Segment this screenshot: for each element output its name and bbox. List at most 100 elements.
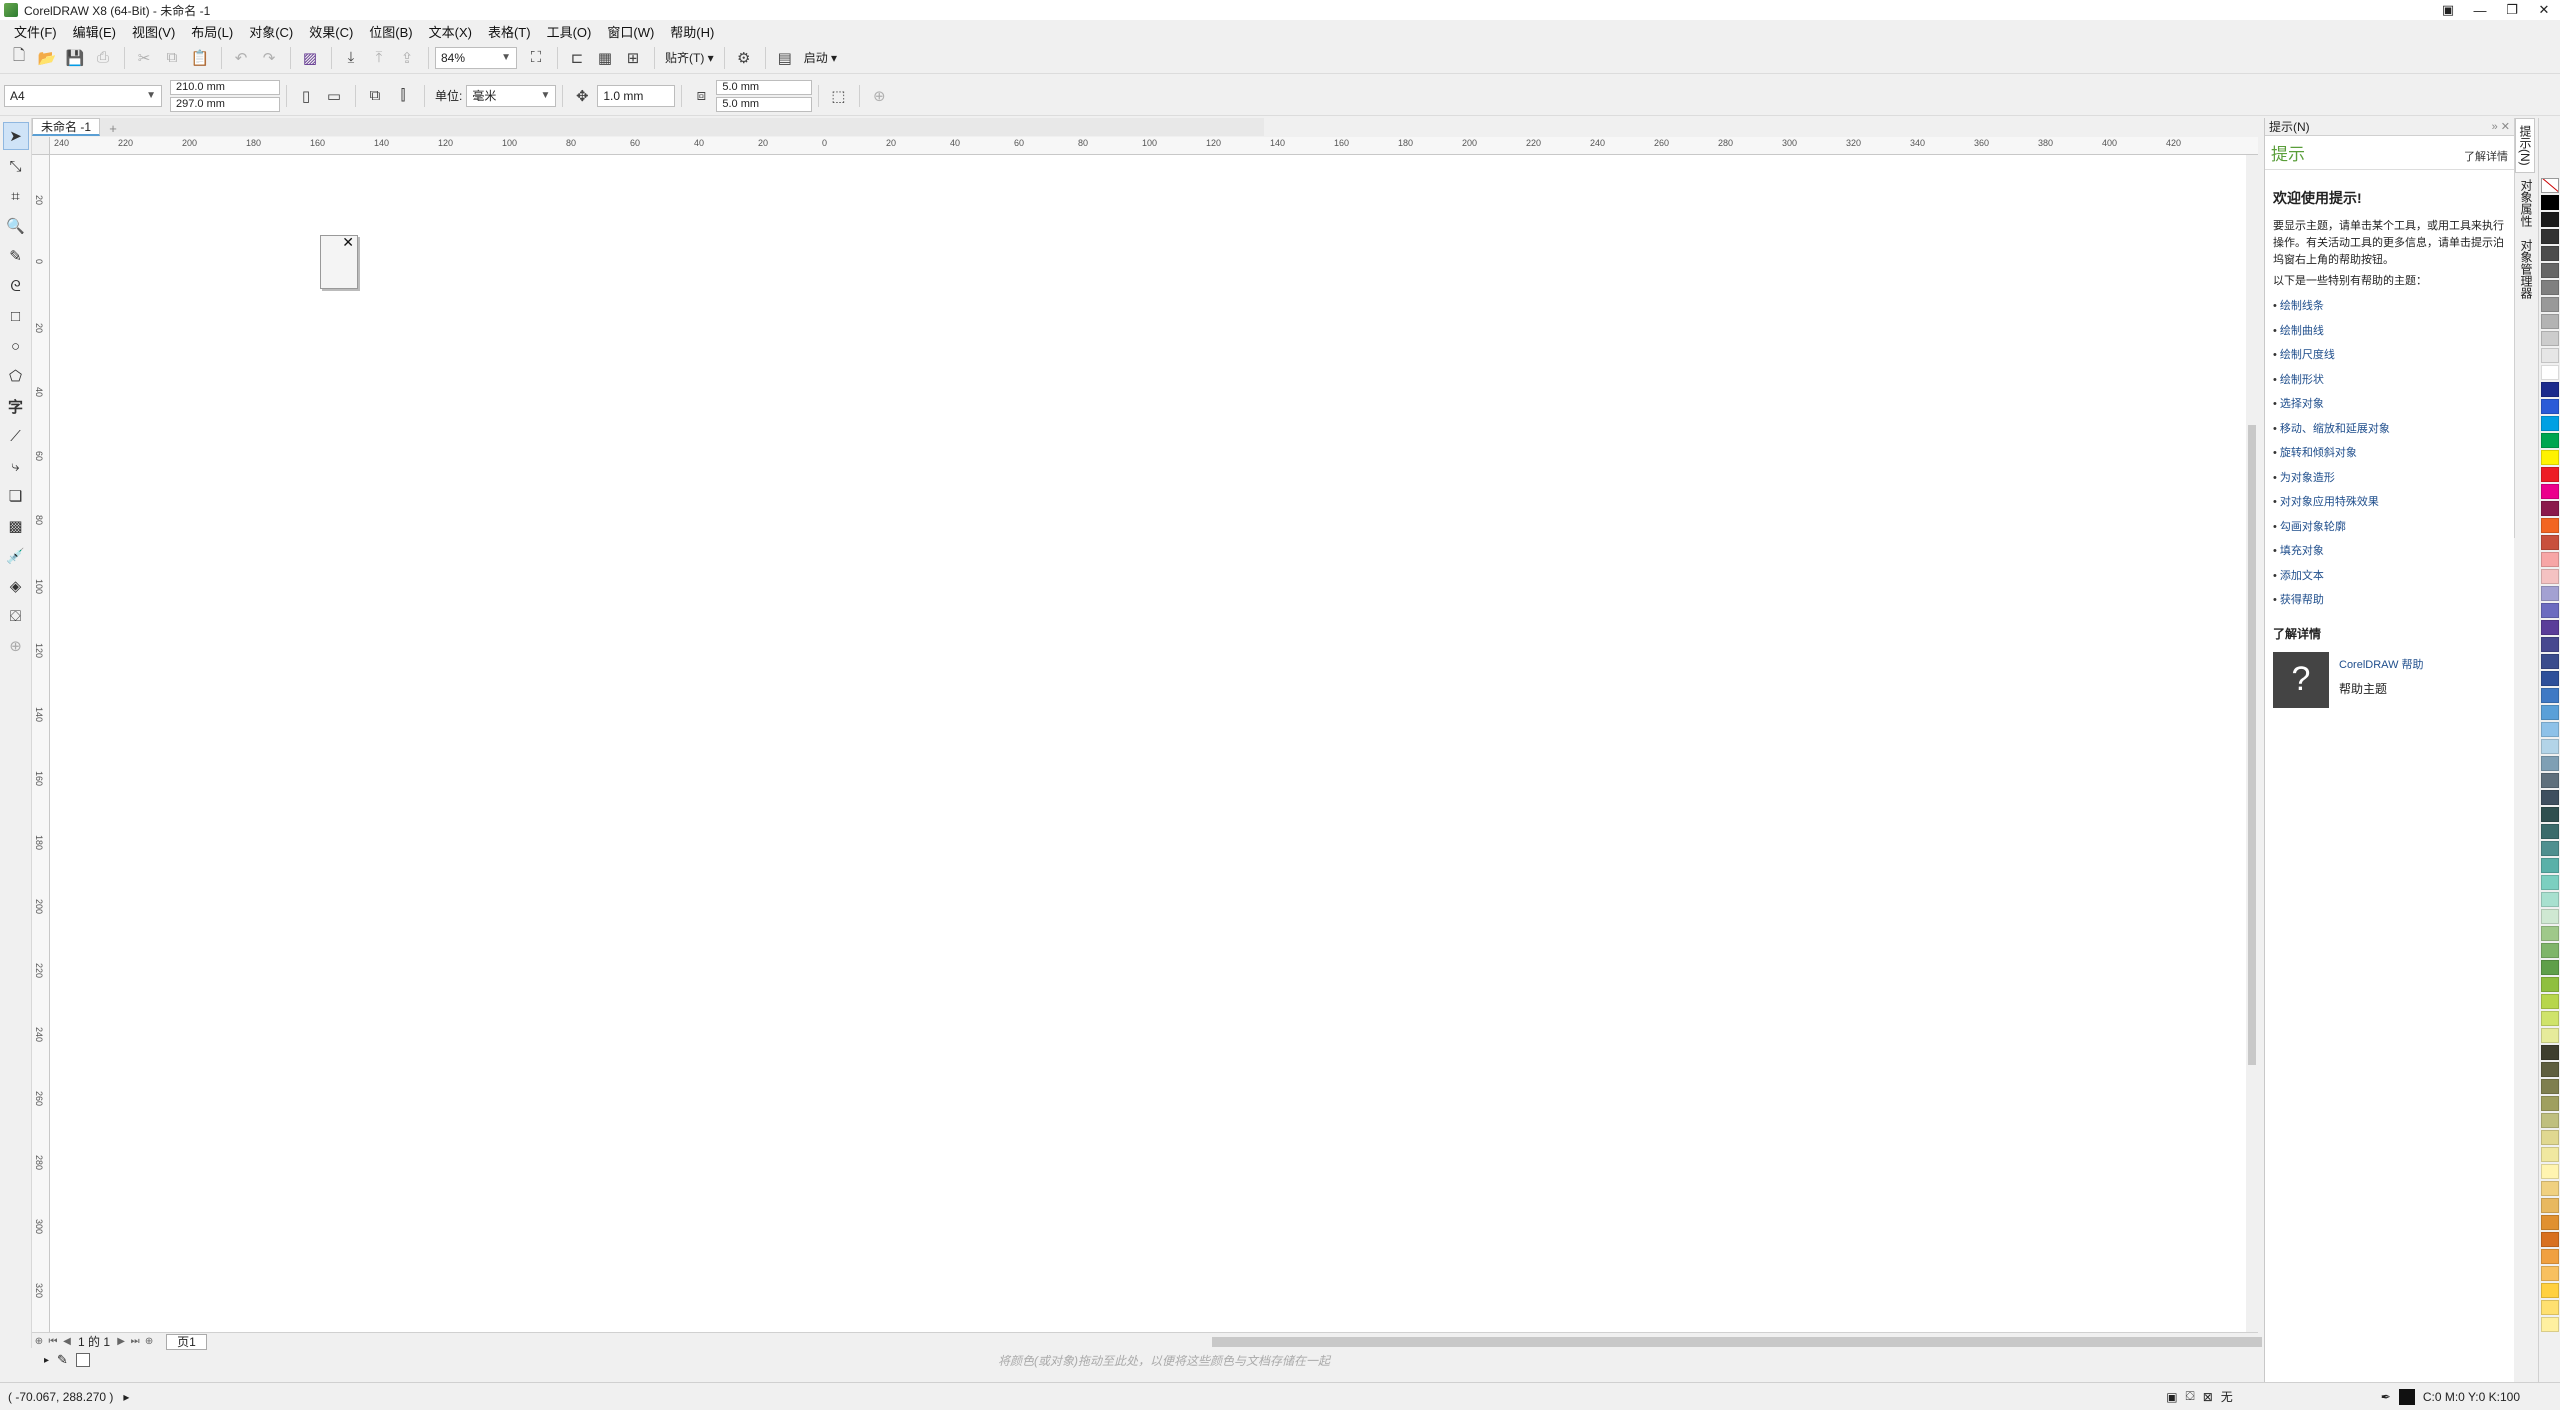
color-proof-icon[interactable]: ▣ [2166,1390,2177,1404]
color-swatch[interactable] [2541,1079,2559,1094]
color-swatch[interactable] [2541,603,2559,618]
smart-fill-tool-icon[interactable]: ⛋ [3,602,29,630]
color-swatch[interactable] [2541,1096,2559,1111]
color-swatch[interactable] [2541,909,2559,924]
vertical-scrollbar[interactable] [2246,155,2258,1332]
transparency-tool-icon[interactable]: ▩ [3,512,29,540]
show-rulers-icon[interactable]: ⊏ [564,45,590,71]
color-swatch[interactable] [2541,348,2559,363]
color-swatch[interactable] [2541,1198,2559,1213]
document-tab[interactable]: 未命名 -1 [32,118,101,136]
search-content-icon[interactable]: ▨ [297,45,323,71]
color-swatch[interactable] [2541,705,2559,720]
color-swatch[interactable] [2541,1300,2559,1315]
color-swatch[interactable] [2541,790,2559,805]
color-swatch[interactable] [2541,280,2559,295]
app-launcher-icon[interactable]: ▤ [772,45,798,71]
color-swatch[interactable] [2541,875,2559,890]
snap-to-dropdown[interactable]: 贴齐(T) ▾ [665,49,714,66]
add-page-after-icon[interactable]: ⊕ [142,1335,156,1349]
color-swatch[interactable] [2541,246,2559,261]
topic-link[interactable]: 绘制曲线 [2273,319,2506,344]
color-swatch[interactable] [2541,1232,2559,1247]
color-swatch[interactable] [2541,1113,2559,1128]
full-screen-preview-icon[interactable]: ⛶ [523,45,549,71]
color-swatch[interactable] [2541,297,2559,312]
help-topics-link[interactable]: 帮助主题 [2339,680,2424,697]
print-icon[interactable]: ⎙ [90,45,116,71]
color-swatch[interactable] [2541,858,2559,873]
duplicate-x-field[interactable]: 5.0 mm [716,79,813,95]
color-swatch[interactable] [2541,1283,2559,1298]
color-swatch[interactable] [2541,229,2559,244]
color-swatch[interactable] [2541,756,2559,771]
zoom-tool-icon[interactable]: 🔍 [3,212,29,240]
menu-tools[interactable]: 工具(O) [539,22,600,41]
tab-hints[interactable]: 提示(N) [2515,118,2535,173]
tab-object-manager[interactable]: 对象管理器 [2515,233,2535,305]
color-swatch[interactable] [2541,1164,2559,1179]
drawing-canvas[interactable]: ✕ [50,155,2246,1332]
color-swatch[interactable] [2541,1130,2559,1145]
help-question-icon[interactable]: ? [2273,651,2329,708]
topic-link[interactable]: 移动、缩放和延展对象 [2273,417,2506,442]
topic-link[interactable]: 为对象造形 [2273,466,2506,491]
show-grid-icon[interactable]: ▦ [592,45,618,71]
color-swatch[interactable] [2541,484,2559,499]
color-swatch[interactable] [2541,841,2559,856]
fill-bucket-icon[interactable]: ⛋ [2186,1389,2195,1404]
shape-tool-icon[interactable]: ⤡ [3,152,29,180]
crop-tool-icon[interactable]: ⌗ [3,182,29,210]
color-swatch[interactable] [2541,637,2559,652]
minimize-button[interactable]: — [2464,0,2496,20]
cut-icon[interactable]: ✂ [131,45,157,71]
horizontal-ruler[interactable]: 240 220 200 180 160 140 120 100 80 60 40 20 0 20 40 60 8… [50,137,2258,155]
topic-link[interactable]: 旋转和倾斜对象 [2273,441,2506,466]
color-swatch[interactable] [2541,314,2559,329]
color-swatch[interactable] [2541,1028,2559,1043]
color-swatch[interactable] [2541,960,2559,975]
color-swatch[interactable] [2541,416,2559,431]
landscape-icon[interactable]: ▭ [321,83,347,109]
docker-collapse-icon[interactable]: » ✕ [2492,120,2510,133]
nudge-distance-field[interactable]: 1.0 mm [597,84,676,107]
pick-tool-icon[interactable]: ➤ [2,122,29,150]
eyedropper-icon[interactable]: ✎ [57,1352,68,1368]
color-swatch[interactable] [2541,1266,2559,1281]
color-swatch[interactable] [2541,365,2559,380]
color-swatch[interactable] [2541,926,2559,941]
show-guidelines-icon[interactable]: ⊞ [620,45,646,71]
color-swatch[interactable] [2541,569,2559,584]
open-icon[interactable]: 📂 [34,45,60,71]
current-page-icon[interactable]: ⫿ [390,83,416,109]
topic-link[interactable]: 绘制线条 [2273,294,2506,319]
horizontal-scroll-thumb[interactable] [1212,1337,2262,1347]
page-width-field[interactable]: 210.0 mm [170,79,280,95]
color-swatch[interactable] [2541,1249,2559,1264]
restore-button[interactable]: ❐ [2496,0,2528,20]
ellipse-tool-icon[interactable]: ○ [3,332,29,360]
portrait-icon[interactable]: ▯ [293,83,319,109]
topic-link[interactable]: 勾画对象轮廓 [2273,515,2506,540]
save-icon[interactable]: 💾 [62,45,88,71]
all-pages-icon[interactable]: ⧉ [362,83,388,109]
next-page-icon[interactable]: ▶ [114,1335,128,1349]
tab-object-properties[interactable]: 对象属性 [2515,173,2535,233]
color-swatch[interactable] [2541,739,2559,754]
units-select[interactable]: 毫米 ▼ [466,84,557,107]
vertical-ruler[interactable]: 20 0 20 40 60 80 100 120 140 160 180 200 220 240 260 28… [32,155,50,1332]
color-swatch[interactable] [2541,467,2559,482]
polygon-tool-icon[interactable]: ⬠ [3,362,29,390]
profile-icon[interactable]: ▣ [2432,0,2464,20]
topic-link[interactable]: 选择对象 [2273,392,2506,417]
color-swatch[interactable] [2541,1011,2559,1026]
export-icon[interactable]: ⤒ [366,45,392,71]
options-gear-icon[interactable]: ⚙ [731,45,757,71]
connector-tool-icon[interactable]: ⤷ [3,452,29,480]
color-swatch[interactable] [2541,552,2559,567]
zoom-level-select[interactable]: 84% ▼ [435,46,517,69]
color-swatch[interactable] [2541,535,2559,550]
drop-shadow-tool-icon[interactable]: ❏ [3,482,29,510]
color-swatch[interactable] [2541,654,2559,669]
paste-icon[interactable]: 📋 [187,45,213,71]
